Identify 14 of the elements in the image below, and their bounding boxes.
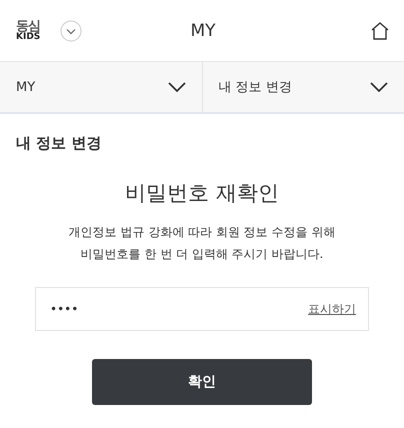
confirm-button[interactable]: 확인 — [92, 359, 312, 405]
section-title: 내 정보 변경 — [15, 133, 102, 153]
chevron-down-icon — [370, 82, 388, 92]
show-password-link[interactable]: 표시하기 — [308, 300, 356, 318]
password-field[interactable]: •••• 표시하기 — [35, 287, 369, 331]
heading: 비밀번호 재확인 — [124, 180, 280, 207]
logo[interactable]: 동심 KIDS — [16, 20, 56, 42]
breadcrumb-dropdown[interactable]: MY — [0, 62, 202, 112]
chevron-down-icon — [168, 82, 186, 92]
home-icon[interactable] — [370, 20, 390, 40]
description: 개인정보 법규 강화에 따라 회원 정보 수정을 위해 비밀번호를 한 번 더 입력해 주시기 바랍니다. — [68, 224, 336, 263]
chevron-down-icon[interactable] — [60, 20, 82, 42]
breadcrumb-dropdown[interactable]: 내 정보 변경 — [202, 62, 404, 112]
page-header-title: MY — [190, 20, 216, 40]
